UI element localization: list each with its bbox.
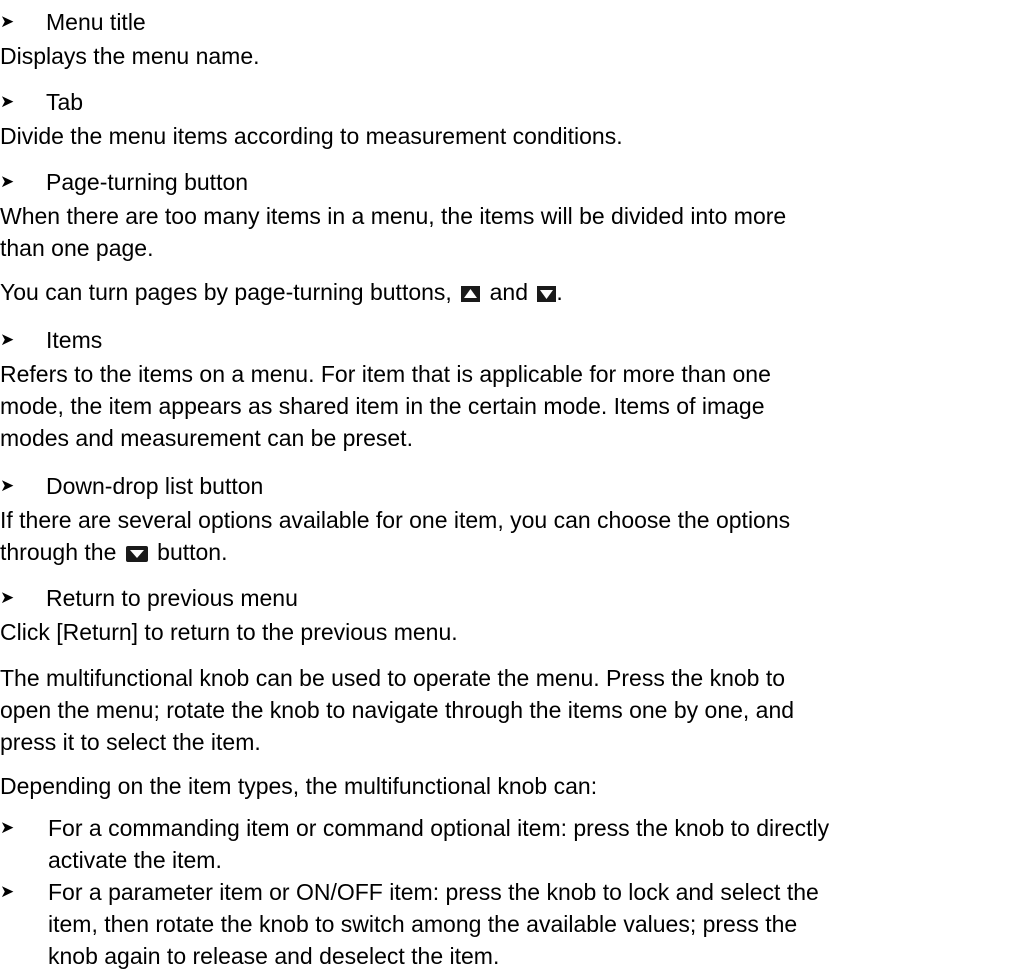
manual-page: ➤ Menu title Displays the menu name. ➤ T… [0,0,1022,974]
body-text: through the [0,539,117,565]
body-line: Displays the menu name. [0,43,260,69]
heading-text: Menu title [46,9,146,35]
body-line: Click [Return] to return to the previous… [0,619,458,645]
body-line: press it to select the item. [0,729,261,755]
body-text: . [556,279,563,305]
heading-text: Page-turning button [46,169,249,195]
section-heading-page-turning: ➤ Page-turning button [0,166,248,198]
body-text: You can turn pages by page-turning butto… [0,279,452,305]
section-heading-menu-title: ➤ Menu title [0,6,146,38]
page-turning-buttons-line: You can turn pages by page-turning butto… [0,276,1000,308]
section-body-menu-title: Displays the menu name. [0,40,1000,72]
body-text: and [489,279,528,305]
bullet-arrow-icon: ➤ [0,330,15,349]
body-line: Divide the menu items according to measu… [0,123,623,149]
page-down-button-icon [537,286,557,302]
section-body-page-turning: When there are too many items in a menu,… [0,200,1000,264]
section-heading-tab: ➤ Tab [0,86,83,118]
body-text: button. [157,539,228,565]
page-up-button-icon [461,286,481,302]
dropdown-button-icon [125,546,148,562]
bullet-arrow-icon: ➤ [0,12,15,31]
body-line: If there are several options available f… [0,507,791,533]
heading-text: Tab [46,89,84,115]
body-line: knob again to release and deselect the i… [48,943,500,969]
heading-text: Items [46,327,103,353]
body-line: Depending on the item types, the multifu… [0,773,598,799]
bullet-arrow-icon: ➤ [0,476,15,495]
body-line: Refers to the items on a menu. For item … [0,361,771,387]
body-line: modes and measurement can be preset. [0,425,413,451]
body-line: activate the item. [48,847,222,873]
body-line: mode, the item appears as shared item in… [0,393,765,419]
section-body-down-drop: If there are several options available f… [0,504,1000,568]
section-heading-down-drop: ➤ Down-drop list button [0,470,263,502]
body-line: For a parameter item or ON/OFF item: pre… [48,879,819,905]
bullet-arrow-icon: ➤ [0,92,15,111]
heading-text: Return to previous menu [46,585,298,611]
body-line: open the menu; rotate the knob to naviga… [0,697,795,723]
body-line: When there are too many items in a menu,… [0,203,787,229]
list-item: ➤ For a commanding item or command optio… [0,812,1010,876]
section-heading-items: ➤ Items [0,324,102,356]
section-heading-return: ➤ Return to previous menu [0,582,298,614]
body-line: The multifunctional knob can be used to … [0,665,786,691]
bullet-arrow-icon: ➤ [0,172,15,191]
bullet-arrow-icon: ➤ [0,588,15,607]
section-body-return: Click [Return] to return to the previous… [0,616,1000,648]
list-item: ➤ For a parameter item or ON/OFF item: p… [0,876,1010,972]
section-body-tab: Divide the menu items according to measu… [0,120,1000,152]
heading-text: Down-drop list button [46,473,264,499]
section-body-items: Refers to the items on a menu. For item … [0,358,1000,454]
body-line: item, then rotate the knob to switch amo… [48,911,798,937]
body-line: For a commanding item or command optiona… [48,815,830,841]
bullet-arrow-icon: ➤ [0,882,15,901]
body-line: than one page. [0,235,154,261]
bullet-arrow-icon: ➤ [0,818,15,837]
body-line: through the button. [0,536,1000,568]
knob-paragraph: The multifunctional knob can be used to … [0,662,1000,758]
depending-paragraph: Depending on the item types, the multifu… [0,770,1000,802]
